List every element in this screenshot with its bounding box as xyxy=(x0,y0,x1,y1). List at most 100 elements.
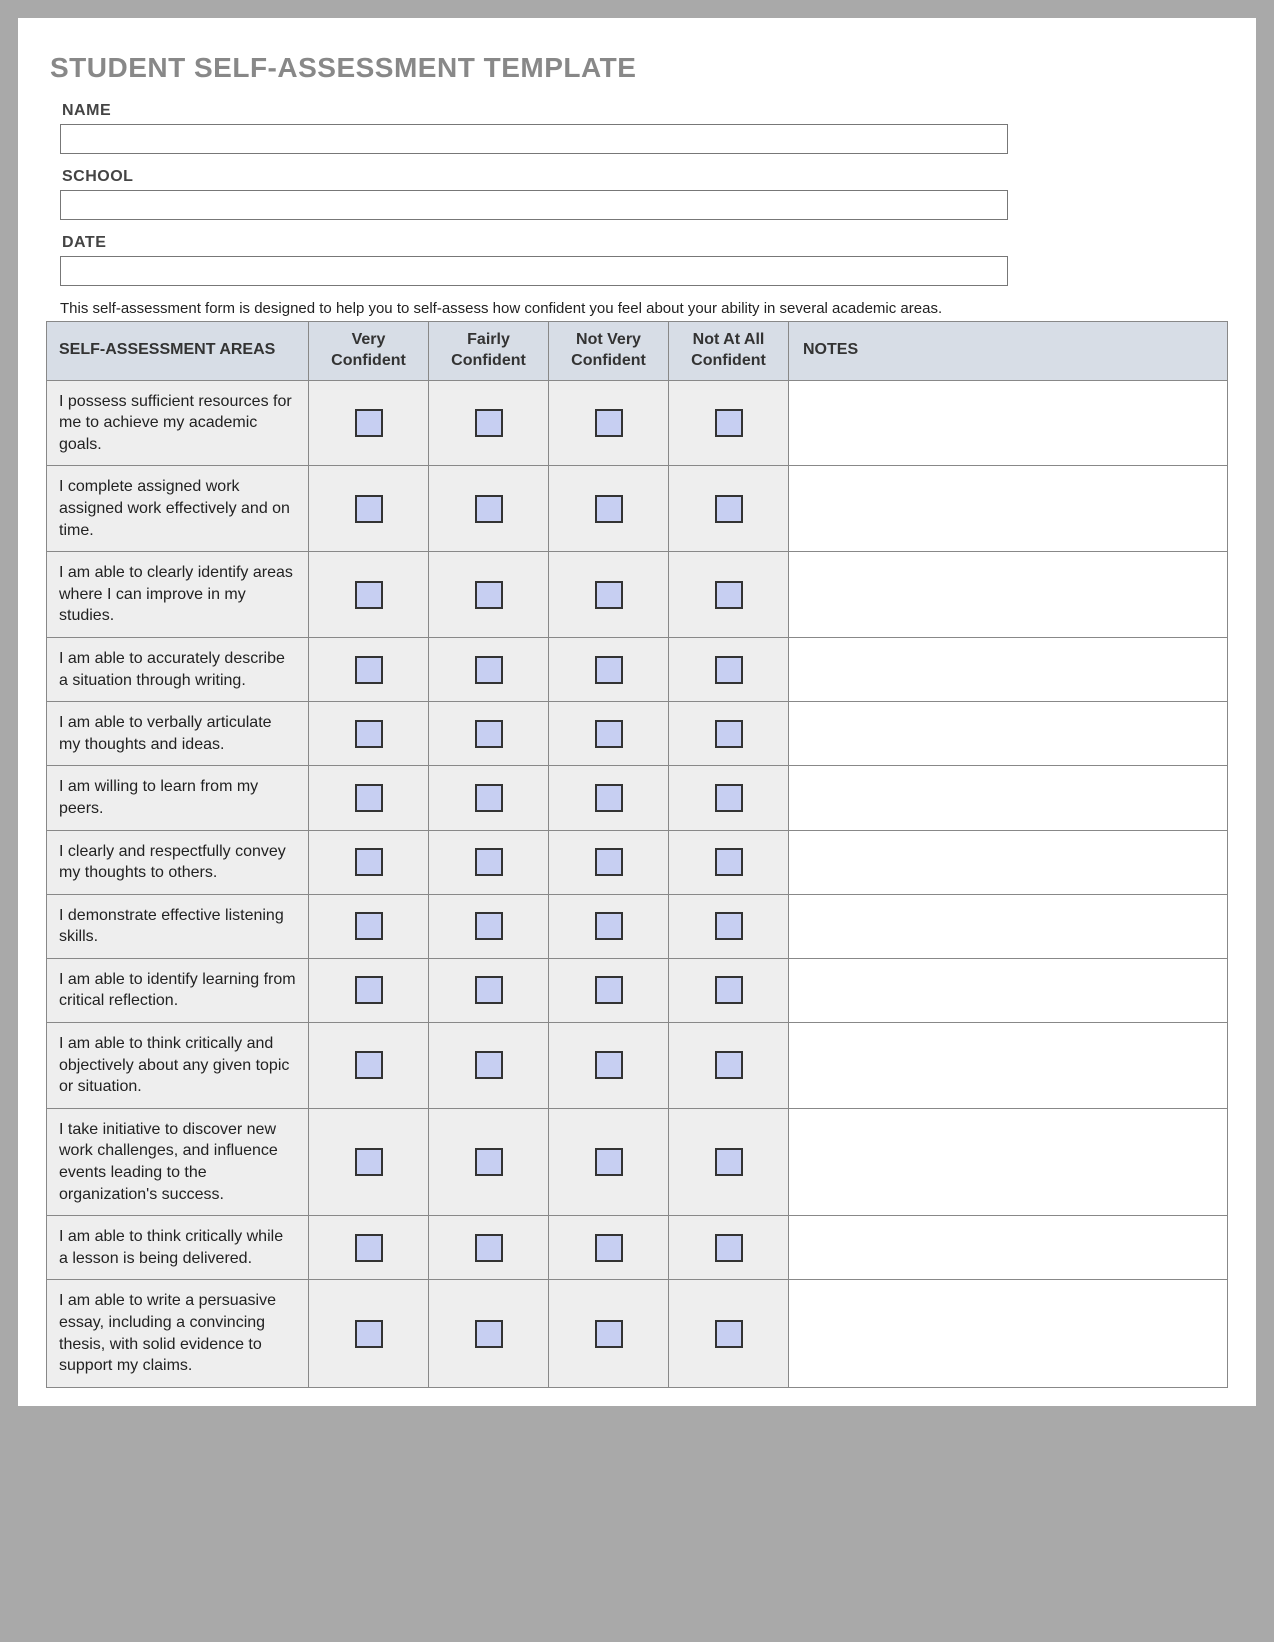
checkbox-not-very[interactable] xyxy=(595,848,623,876)
table-row: I am able to write a persuasive essay, i… xyxy=(47,1280,1228,1387)
area-cell: I am able to think critically while a le… xyxy=(47,1216,309,1280)
area-cell: I demonstrate effective listening skills… xyxy=(47,894,309,958)
table-row: I am able to identify learning from crit… xyxy=(47,958,1228,1022)
checkbox-not-at-all[interactable] xyxy=(715,1320,743,1348)
checkbox-not-very[interactable] xyxy=(595,1148,623,1176)
checkbox-not-at-all[interactable] xyxy=(715,1234,743,1262)
checkbox-very[interactable] xyxy=(355,409,383,437)
checkbox-fairly[interactable] xyxy=(475,848,503,876)
checkbox-fairly[interactable] xyxy=(475,581,503,609)
checkbox-very[interactable] xyxy=(355,1051,383,1079)
checkbox-fairly[interactable] xyxy=(475,912,503,940)
checkbox-fairly[interactable] xyxy=(475,976,503,1004)
checkbox-fairly[interactable] xyxy=(475,656,503,684)
checkbox-fairly[interactable] xyxy=(475,1148,503,1176)
school-field-row: SCHOOL xyxy=(60,168,1008,220)
notes-cell[interactable] xyxy=(789,1280,1228,1387)
checkbox-not-at-all[interactable] xyxy=(715,1148,743,1176)
checkbox-not-at-all[interactable] xyxy=(715,784,743,812)
notes-cell[interactable] xyxy=(789,1216,1228,1280)
checkbox-not-very[interactable] xyxy=(595,1234,623,1262)
school-input[interactable] xyxy=(60,190,1008,220)
date-input[interactable] xyxy=(60,256,1008,286)
checkbox-not-very[interactable] xyxy=(595,912,623,940)
area-cell: I am able to accurately describe a situa… xyxy=(47,637,309,701)
checkbox-cell-very xyxy=(309,958,429,1022)
table-row: I possess sufficient resources for me to… xyxy=(47,380,1228,466)
checkbox-fairly[interactable] xyxy=(475,720,503,748)
checkbox-very[interactable] xyxy=(355,1320,383,1348)
checkbox-not-very[interactable] xyxy=(595,581,623,609)
table-row: I demonstrate effective listening skills… xyxy=(47,894,1228,958)
notes-cell[interactable] xyxy=(789,702,1228,766)
table-header-row: SELF-ASSESSMENT AREAS Very Confident Fai… xyxy=(47,322,1228,381)
checkbox-cell-not-very xyxy=(549,958,669,1022)
checkbox-not-at-all[interactable] xyxy=(715,720,743,748)
checkbox-cell-very xyxy=(309,380,429,466)
col-header-fairly-confident: Fairly Confident xyxy=(429,322,549,381)
checkbox-not-at-all[interactable] xyxy=(715,1051,743,1079)
form-description: This self-assessment form is designed to… xyxy=(60,300,1228,317)
notes-cell[interactable] xyxy=(789,894,1228,958)
notes-cell[interactable] xyxy=(789,1023,1228,1109)
date-field-row: DATE xyxy=(60,234,1008,286)
col-header-areas: SELF-ASSESSMENT AREAS xyxy=(47,322,309,381)
checkbox-cell-very xyxy=(309,894,429,958)
checkbox-not-very[interactable] xyxy=(595,784,623,812)
table-row: I complete assigned work assigned work e… xyxy=(47,466,1228,552)
checkbox-not-very[interactable] xyxy=(595,720,623,748)
checkbox-very[interactable] xyxy=(355,495,383,523)
checkbox-fairly[interactable] xyxy=(475,409,503,437)
area-cell: I clearly and respectfully convey my tho… xyxy=(47,830,309,894)
checkbox-cell-not-at-all xyxy=(669,552,789,638)
notes-cell[interactable] xyxy=(789,958,1228,1022)
checkbox-very[interactable] xyxy=(355,848,383,876)
date-label: DATE xyxy=(62,234,1008,252)
checkbox-fairly[interactable] xyxy=(475,495,503,523)
checkbox-cell-fairly xyxy=(429,1023,549,1109)
checkbox-cell-fairly xyxy=(429,552,549,638)
checkbox-not-at-all[interactable] xyxy=(715,848,743,876)
checkbox-cell-fairly xyxy=(429,830,549,894)
notes-cell[interactable] xyxy=(789,552,1228,638)
name-field-row: NAME xyxy=(60,102,1008,154)
name-input[interactable] xyxy=(60,124,1008,154)
checkbox-very[interactable] xyxy=(355,912,383,940)
table-row: I take initiative to discover new work c… xyxy=(47,1108,1228,1215)
notes-cell[interactable] xyxy=(789,830,1228,894)
notes-cell[interactable] xyxy=(789,637,1228,701)
checkbox-very[interactable] xyxy=(355,1234,383,1262)
checkbox-very[interactable] xyxy=(355,581,383,609)
checkbox-not-at-all[interactable] xyxy=(715,912,743,940)
checkbox-fairly[interactable] xyxy=(475,1234,503,1262)
notes-cell[interactable] xyxy=(789,380,1228,466)
checkbox-not-at-all[interactable] xyxy=(715,656,743,684)
area-cell: I possess sufficient resources for me to… xyxy=(47,380,309,466)
checkbox-fairly[interactable] xyxy=(475,784,503,812)
page: STUDENT SELF-ASSESSMENT TEMPLATE NAME SC… xyxy=(18,18,1256,1406)
checkbox-not-very[interactable] xyxy=(595,1051,623,1079)
checkbox-very[interactable] xyxy=(355,656,383,684)
checkbox-cell-fairly xyxy=(429,702,549,766)
checkbox-cell-fairly xyxy=(429,958,549,1022)
checkbox-not-at-all[interactable] xyxy=(715,976,743,1004)
notes-cell[interactable] xyxy=(789,1108,1228,1215)
checkbox-not-very[interactable] xyxy=(595,409,623,437)
checkbox-not-at-all[interactable] xyxy=(715,409,743,437)
checkbox-not-at-all[interactable] xyxy=(715,581,743,609)
notes-cell[interactable] xyxy=(789,766,1228,830)
page-title: STUDENT SELF-ASSESSMENT TEMPLATE xyxy=(50,52,1228,84)
checkbox-cell-fairly xyxy=(429,466,549,552)
checkbox-very[interactable] xyxy=(355,1148,383,1176)
checkbox-very[interactable] xyxy=(355,720,383,748)
checkbox-not-very[interactable] xyxy=(595,976,623,1004)
checkbox-very[interactable] xyxy=(355,976,383,1004)
checkbox-not-at-all[interactable] xyxy=(715,495,743,523)
checkbox-fairly[interactable] xyxy=(475,1051,503,1079)
checkbox-not-very[interactable] xyxy=(595,656,623,684)
notes-cell[interactable] xyxy=(789,466,1228,552)
checkbox-not-very[interactable] xyxy=(595,495,623,523)
checkbox-fairly[interactable] xyxy=(475,1320,503,1348)
checkbox-not-very[interactable] xyxy=(595,1320,623,1348)
checkbox-very[interactable] xyxy=(355,784,383,812)
